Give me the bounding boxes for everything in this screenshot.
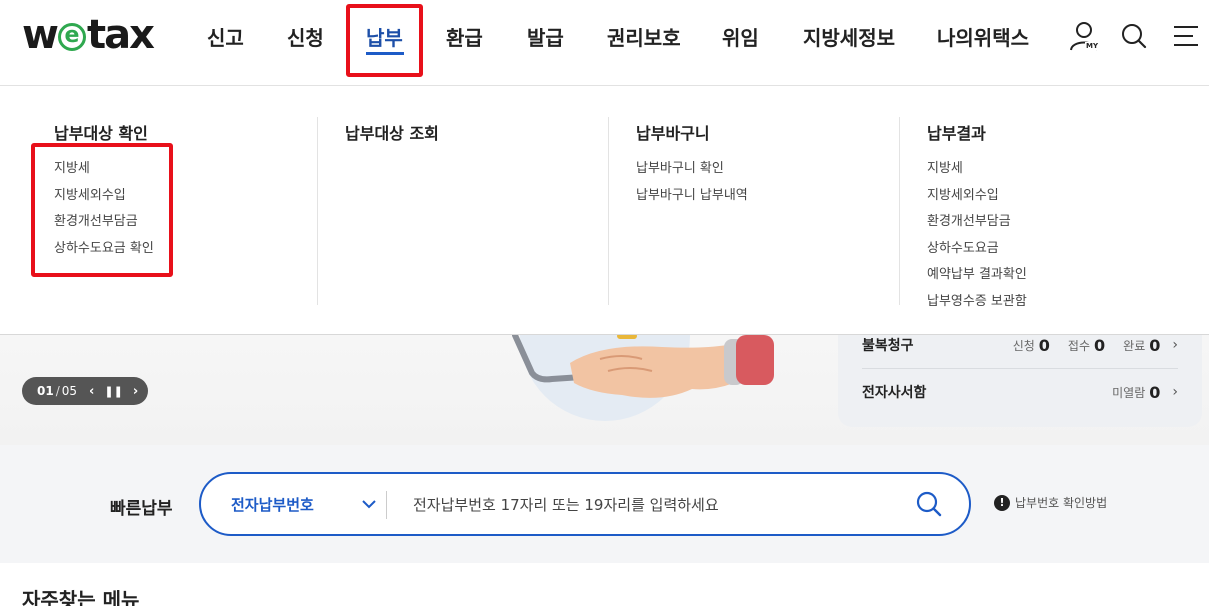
mega-menu-payment: 납부대상 확인 지방세 지방세외수입 환경개선부담금 상하수도요금 확인 납부대… [0,87,1209,335]
status-key: 신청 [1012,338,1035,353]
banner-pager: 01 / 05 ‹ ❚❚ › [22,377,148,405]
nav-item-apply[interactable]: 신청 [287,22,324,51]
status-row-appeal[interactable]: 불복청구 신청 0 접수 0 완료 0 › [862,335,1178,355]
highlight-box-nav [346,4,423,77]
nav-item-local-tax-info[interactable]: 지방세정보 [803,22,895,51]
next-icon[interactable]: › [133,384,138,399]
logo-text-w: w [22,12,59,58]
nav-item-refund[interactable]: 환급 [446,22,483,51]
menu-link-reservation-result[interactable]: 예약납부 결과확인 [927,262,1027,289]
nav-item-report[interactable]: 신고 [207,22,244,51]
column-title[interactable]: 납부대상 조회 [345,120,439,144]
menu-link-receipt-storage[interactable]: 납부영수증 보관함 [927,289,1027,316]
menu-link-basket-history[interactable]: 납부바구니 납부내역 [636,183,748,210]
payment-number-input[interactable] [413,492,893,518]
favorite-menu-title: 자주찾는 메뉴 [22,588,140,606]
select-divider [386,491,387,519]
column-title[interactable]: 납부바구니 [636,120,748,144]
status-divider [862,368,1178,369]
menu-column-payment-result: 납부결과 지방세 지방세외수입 환경개선부담금 상하수도요금 예약납부 결과확인… [927,120,1027,315]
search-icon[interactable] [915,490,943,518]
info-icon: ! [994,494,1010,511]
menu-icon[interactable] [1173,24,1199,52]
chevron-right-icon: › [1172,384,1178,400]
column-divider [608,117,609,305]
logo-text-tax: tax [86,12,155,58]
status-key: 미열람 [1112,385,1146,400]
user-icon[interactable]: MY [1068,18,1102,58]
status-value: 0 [1094,335,1106,355]
menu-link-result-local-tax[interactable]: 지방세 [927,156,1027,183]
status-key: 접수 [1067,338,1091,353]
quick-pay-label: 빠른납부 [110,499,173,519]
status-value: 0 [1149,335,1161,355]
menu-link-result-non-tax[interactable]: 지방세외수입 [927,183,1027,210]
pause-icon[interactable]: ❚❚ [104,385,122,398]
menu-link-result-environment[interactable]: 환경개선부담금 [927,209,1027,236]
menu-column-target-inquiry: 납부대상 조회 [345,120,439,156]
payment-number-help-link[interactable]: ! 납부번호 확인방법 [994,494,1107,511]
column-title[interactable]: 납부결과 [927,120,1027,144]
column-divider [317,117,318,305]
status-value: 0 [1038,335,1050,355]
menu-column-basket: 납부바구니 납부바구니 확인 납부바구니 납부내역 [636,120,748,209]
nav-item-my-wetax[interactable]: 나의위택스 [937,22,1029,51]
status-key: 완료 [1123,338,1146,353]
help-text: 납부번호 확인방법 [1015,496,1108,510]
column-divider [899,117,900,305]
menu-link-result-water[interactable]: 상하수도요금 [927,236,1027,263]
pager-total: 05 [61,384,78,398]
header: w e tax 신고 신청 납부 환급 발급 권리보호 위임 지방세정보 나의위택스… [0,0,1209,86]
nav-item-issue[interactable]: 발급 [527,22,564,51]
pager-sep: / [55,384,60,398]
hand-illustration-icon [512,333,774,398]
status-row-mailbox[interactable]: 전자사서함 미열람 0 › [862,382,1178,402]
quick-pay-section: 빠른납부 전자납부번호 ! 납부번호 확인방법 [0,445,1209,563]
chevron-down-icon[interactable] [361,496,377,512]
status-card: 불복청구 신청 0 접수 0 완료 0 › 전자사서함 미열람 0 › [838,335,1202,427]
pager-current: 01 [37,384,54,398]
column-title[interactable]: 납부대상 확인 [54,120,154,144]
status-label: 불복청구 [862,338,914,354]
wetax-logo[interactable]: w e tax [22,12,155,58]
status-label: 전자사서함 [862,385,927,401]
chevron-right-icon: › [1172,337,1178,353]
search-icon[interactable] [1120,22,1148,54]
menu-link-basket-check[interactable]: 납부바구니 확인 [636,156,748,183]
payment-number-type-select[interactable]: 전자납부번호 [231,494,314,515]
prev-icon[interactable]: ‹ [89,384,94,399]
status-value: 0 [1149,382,1161,402]
quick-pay-box: 전자납부번호 [199,472,971,536]
my-label: MY [1085,42,1100,50]
nav-item-delegate[interactable]: 위임 [722,22,759,51]
logo-e-icon: e [57,23,86,51]
highlight-box-submenu [31,143,173,277]
nav-item-rights[interactable]: 권리보호 [607,22,681,51]
